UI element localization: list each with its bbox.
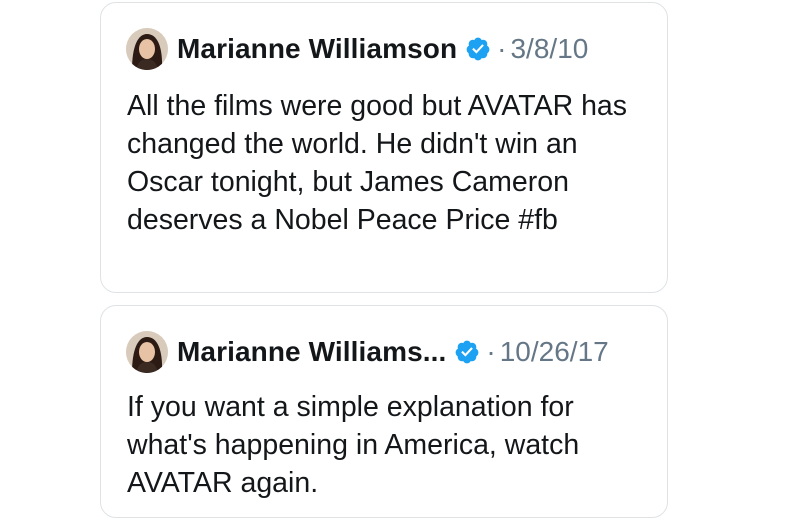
- tweet-text: If you want a simple explanation for wha…: [127, 391, 580, 499]
- tweet-card[interactable]: Marianne Williamson · 3/8/10 All the fil…: [100, 2, 668, 293]
- verified-badge-icon: [465, 36, 491, 62]
- tweet-date[interactable]: 10/26/17: [500, 336, 609, 368]
- separator-dot: ·: [486, 336, 496, 367]
- tweet-card[interactable]: Marianne Williams... · 10/26/17 If you w…: [100, 305, 668, 518]
- tweet-date[interactable]: 3/8/10: [510, 33, 588, 65]
- author-name[interactable]: Marianne Williamson: [177, 33, 457, 65]
- author-name[interactable]: Marianne Williams...: [177, 336, 446, 368]
- tweet-text: All the films were good but AVATAR has c…: [127, 90, 628, 236]
- separator-dot: ·: [497, 33, 507, 64]
- verified-badge-icon: [454, 339, 480, 365]
- tweet-header: Marianne Williamson · 3/8/10: [126, 28, 588, 70]
- avatar[interactable]: [126, 331, 168, 373]
- avatar[interactable]: [126, 28, 168, 70]
- tweet-header: Marianne Williams... · 10/26/17: [126, 331, 609, 373]
